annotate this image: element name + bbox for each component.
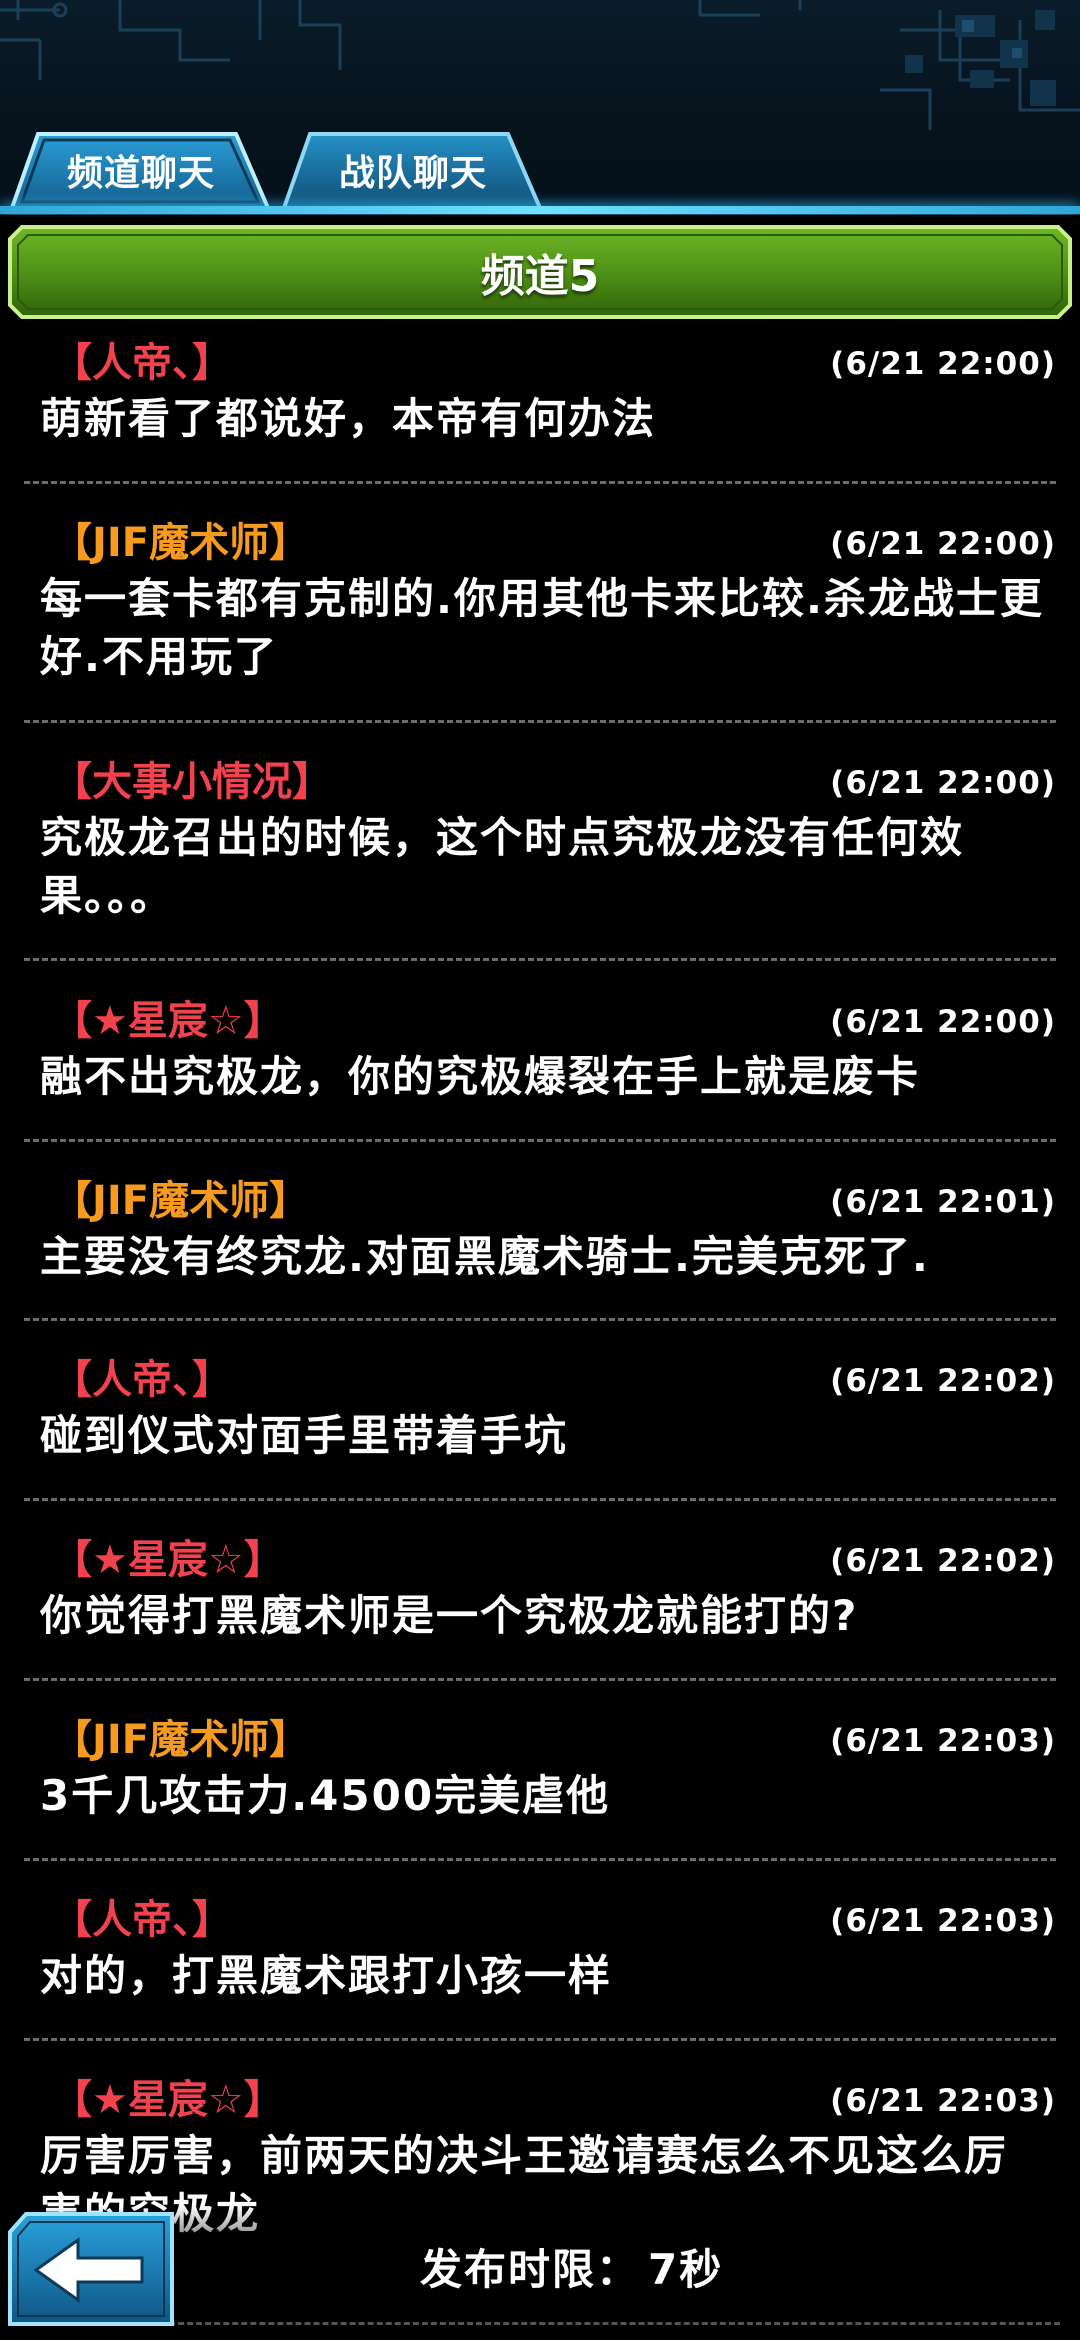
sender-name[interactable]: 【JIF魔术师】 bbox=[52, 518, 309, 568]
message-time: (6/21 22:00) bbox=[830, 765, 1056, 801]
message-time: (6/21 22:00) bbox=[830, 346, 1056, 382]
cooldown-value: 7秒 bbox=[648, 2244, 724, 2294]
sender-name[interactable]: 【JIF魔术师】 bbox=[52, 1715, 309, 1765]
message-divider bbox=[24, 1139, 1056, 1142]
message-time: (6/21 22:03) bbox=[830, 2083, 1056, 2119]
sender-name[interactable]: 【人帝、】 bbox=[52, 1895, 232, 1945]
sender-name[interactable]: 【JIF魔术师】 bbox=[52, 1176, 309, 1226]
tab-label: 频道聊天 bbox=[66, 153, 215, 194]
message-divider bbox=[24, 720, 1056, 723]
message-time: (6/21 22:01) bbox=[830, 1184, 1056, 1220]
message-time: (6/21 22:00) bbox=[830, 1004, 1056, 1040]
tab-label: 战队聊天 bbox=[338, 153, 487, 194]
tab-team-chat[interactable]: 战队聊天 bbox=[282, 130, 544, 210]
sender-name[interactable]: 【★星宸☆】 bbox=[52, 996, 284, 1046]
message-divider bbox=[24, 1498, 1056, 1501]
sender-name[interactable]: 【人帝、】 bbox=[52, 338, 232, 388]
message-text: 融不出究极龙，你的究极爆裂在手上就是废卡 bbox=[40, 1052, 921, 1101]
header-divider bbox=[0, 206, 1080, 214]
message-time: (6/21 22:02) bbox=[830, 1543, 1056, 1579]
message-time: (6/21 22:03) bbox=[830, 1723, 1056, 1759]
back-button[interactable] bbox=[6, 2210, 176, 2328]
message-time: (6/21 22:03) bbox=[830, 1903, 1056, 1939]
chat-screen: 频道聊天 战队聊天 频道5 【人帝、】 (6/21 22:00) 萌新看了都说好… bbox=[0, 0, 1080, 2340]
message-time: (6/21 22:02) bbox=[830, 1363, 1056, 1399]
tab-channel-chat[interactable]: 频道聊天 bbox=[10, 130, 272, 210]
channel-banner: 频道5 bbox=[8, 225, 1072, 319]
message-text: 你觉得打黑魔术师是一个究极龙就能打的? bbox=[40, 1591, 859, 1640]
cooldown-label: 发布时限： bbox=[420, 2244, 641, 2294]
message-text: 主要没有终究龙.对面黑魔术骑士.完美克死了. bbox=[40, 1232, 930, 1281]
message-text: 碰到仪式对面手里带着手坑 bbox=[40, 1411, 569, 1460]
message-divider bbox=[24, 1858, 1056, 1861]
sender-name[interactable]: 【大事小情况】 bbox=[52, 757, 332, 807]
message-divider bbox=[24, 481, 1056, 484]
message-divider bbox=[24, 958, 1056, 961]
channel-title: 频道5 bbox=[480, 251, 600, 302]
post-cooldown: 发布时限： 7秒 bbox=[420, 2236, 723, 2296]
message-divider bbox=[24, 2038, 1056, 2041]
message-text: 每一套卡都有克制的.你用其他卡来比较.杀龙战士更好.不用玩了 bbox=[40, 574, 1044, 681]
message-text: 对的，打黑魔术跟打小孩一样 bbox=[40, 1951, 613, 2000]
message-text: 究极龙召出的时候，这个时点究极龙没有任何效果。。。 bbox=[40, 813, 965, 920]
message-divider bbox=[24, 1318, 1056, 1321]
sender-name[interactable]: 【人帝、】 bbox=[52, 1355, 232, 1405]
message-text: 萌新看了都说好，本帝有何办法 bbox=[40, 394, 657, 443]
sender-name[interactable]: 【★星宸☆】 bbox=[52, 2075, 284, 2125]
back-arrow-icon bbox=[8, 2212, 174, 2326]
footer-divider bbox=[160, 2322, 1060, 2325]
header: 频道聊天 战队聊天 bbox=[0, 0, 1080, 215]
sender-name[interactable]: 【★星宸☆】 bbox=[52, 1535, 284, 1585]
message-divider bbox=[24, 1678, 1056, 1681]
message-text: 3千几攻击力.4500完美虐他 bbox=[40, 1771, 611, 1820]
message-time: (6/21 22:00) bbox=[830, 526, 1056, 562]
